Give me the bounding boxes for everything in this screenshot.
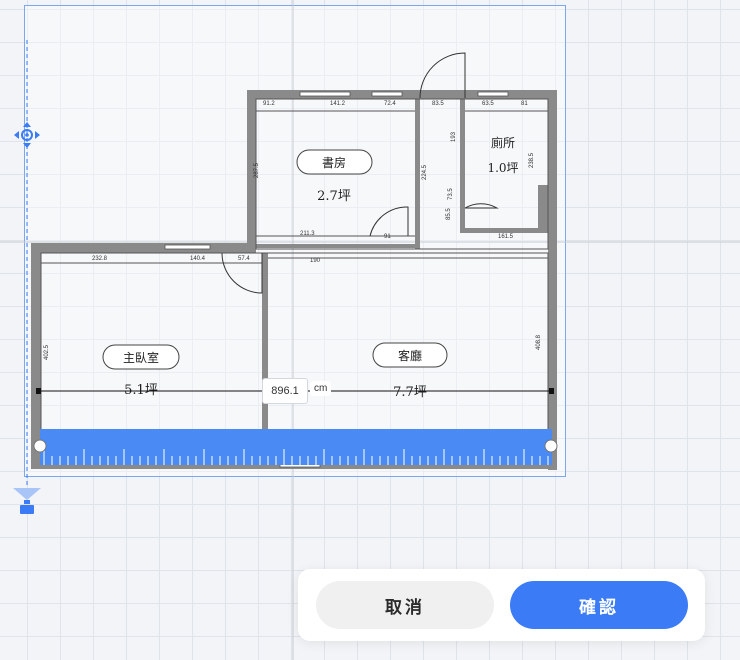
svg-text:161.5: 161.5 — [498, 234, 514, 240]
svg-text:57.4: 57.4 — [238, 256, 250, 262]
svg-text:402.5: 402.5 — [44, 344, 50, 360]
svg-text:141.2: 141.2 — [330, 101, 346, 107]
rotate-icon[interactable] — [13, 488, 41, 514]
svg-text:85.5: 85.5 — [446, 208, 452, 220]
ruler-right-handle[interactable] — [544, 439, 558, 453]
cancel-button[interactable]: 取消 — [316, 581, 494, 629]
svg-text:83.5: 83.5 — [432, 101, 444, 107]
room-size-study: 2.7坪 — [317, 189, 351, 204]
ruler-left-handle[interactable] — [33, 439, 47, 453]
ruler-bar[interactable] — [40, 429, 552, 465]
floorplan-canvas: 91.2 141.2 72.4 83.5 63.5 81 287.5 224.5… — [0, 0, 740, 660]
svg-text:91.2: 91.2 — [263, 101, 275, 107]
move-arrows-icon[interactable] — [14, 122, 40, 148]
walls — [31, 90, 557, 470]
svg-text:190: 190 — [310, 258, 321, 264]
measure-unit-label: cm — [310, 381, 332, 396]
svg-text:224.5: 224.5 — [422, 164, 428, 180]
svg-text:73.5: 73.5 — [448, 188, 454, 200]
room-size-living-room: 7.7坪 — [393, 385, 427, 400]
room-labels: 書房 2.7坪 廁所 1.0坪 主臥室 5.1坪 客廳 7.7坪 — [102, 135, 519, 400]
confirm-button[interactable]: 確認 — [510, 581, 688, 629]
room-size-bathroom: 1.0坪 — [487, 161, 518, 175]
svg-text:193: 193 — [451, 131, 457, 142]
svg-text:91: 91 — [384, 234, 391, 240]
measure-value-input[interactable]: 896.1 — [262, 378, 308, 404]
svg-text:408.8: 408.8 — [536, 334, 542, 350]
room-name-bathroom: 廁所 — [491, 135, 515, 150]
room-name-master-bedroom: 主臥室 — [123, 350, 159, 365]
svg-text:232.8: 232.8 — [92, 256, 108, 262]
windows — [164, 91, 509, 468]
svg-text:211.3: 211.3 — [300, 231, 315, 237]
svg-text:81: 81 — [521, 101, 528, 107]
room-name-living-room: 客廳 — [398, 348, 422, 363]
wall-inner-lines — [40, 98, 549, 461]
svg-text:238.5: 238.5 — [529, 152, 535, 168]
svg-text:140.4: 140.4 — [190, 256, 206, 262]
svg-text:287.5: 287.5 — [254, 162, 260, 178]
svg-text:72.4: 72.4 — [384, 101, 396, 107]
measure-ruler[interactable] — [33, 429, 558, 465]
action-bar: 取消 確認 — [298, 569, 705, 641]
room-name-study: 書房 — [322, 155, 346, 170]
svg-text:63.5: 63.5 — [482, 101, 494, 107]
